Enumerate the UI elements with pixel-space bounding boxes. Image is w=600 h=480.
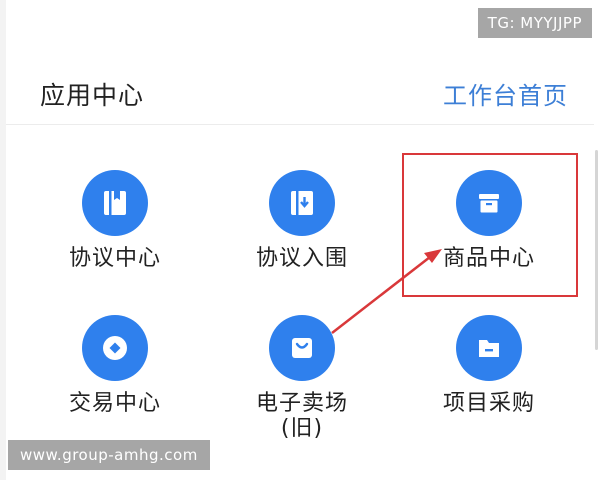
grid-item-label-line1: 电子卖场 — [255, 391, 348, 416]
grid-item-e-mall-old[interactable]: 电子卖场 (旧) — [227, 315, 377, 441]
book-icon — [82, 170, 148, 236]
shopping-bag-icon — [269, 315, 335, 381]
workbench-home-link[interactable]: 工作台首页 — [443, 76, 568, 111]
grid-item-label: 电子卖场 (旧) — [227, 391, 377, 441]
watermark-top: TG: MYYJJPP — [477, 8, 592, 38]
download-book-icon — [269, 170, 335, 236]
grid-item-label: 协议中心 — [68, 246, 161, 271]
scrollbar[interactable] — [595, 150, 598, 350]
grid-item-label: 项目采购 — [442, 391, 535, 416]
grid-item-label: 协议入围 — [255, 246, 348, 271]
grid-item-label-line2: (旧) — [280, 416, 324, 441]
watermark-bottom: www.group-amhg.com — [8, 440, 210, 470]
folder-icon — [456, 315, 522, 381]
grid-item-project-procurement[interactable]: 项目采购 — [414, 315, 564, 416]
highlight-box — [402, 153, 578, 297]
grid-item-agreement-shortlist[interactable]: 协议入围 — [227, 170, 377, 271]
grid-item-label: 交易中心 — [68, 391, 161, 416]
grid-item-trading-center[interactable]: 交易中心 — [40, 315, 190, 416]
page-title: 应用中心 — [40, 81, 145, 110]
grid-item-agreement-center[interactable]: 协议中心 — [40, 170, 190, 271]
diamond-coin-icon — [82, 315, 148, 381]
header: 应用中心 工作台首页 — [6, 40, 594, 125]
app-center-page: 应用中心 工作台首页 协议中心 协议入围 商品中心 交易中心 电子卖场 (旧) … — [0, 0, 600, 480]
